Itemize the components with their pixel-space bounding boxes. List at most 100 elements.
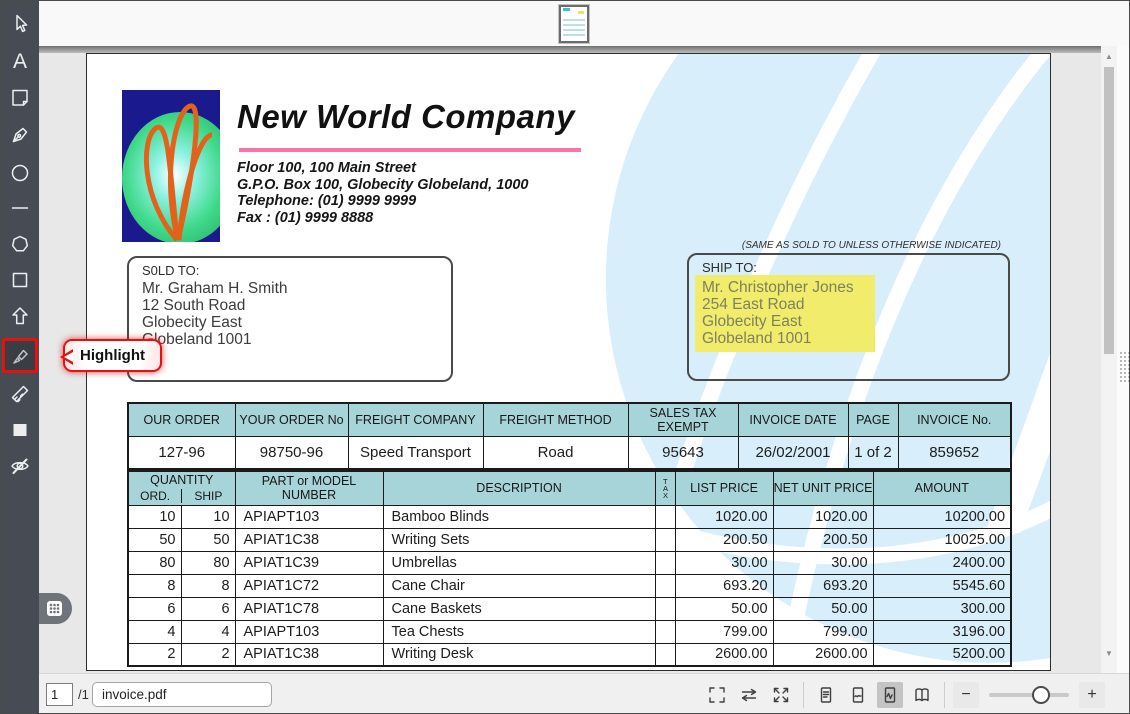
order-info-header-cell: INVOICE DATE (737, 402, 849, 437)
vertical-scrollbar[interactable]: ▲ ▼ (1101, 46, 1117, 673)
fit-width-arrows-icon (741, 688, 757, 702)
continuous-scroll-view-button[interactable] (877, 682, 903, 708)
amount-cell: 2400.00 (872, 550, 1012, 575)
pointer-tool-button[interactable] (5, 9, 35, 39)
ship-to-line: 254 East Road (702, 296, 805, 313)
note-tool-button[interactable] (5, 83, 35, 113)
page-curl-view-button[interactable] (845, 682, 871, 708)
sold-to-line: Globecity East (142, 314, 242, 331)
part-cell: APIAT1C78 (234, 596, 384, 621)
grid-panel-button[interactable] (37, 593, 72, 624)
address-line: Telephone: (01) 9999 9999 (237, 193, 417, 209)
ship-cell: 4 (180, 619, 236, 644)
order-info-value-cell: Road (482, 435, 629, 470)
order-info-value-cell: 95643 (627, 435, 739, 470)
ship-cell: 80 (180, 550, 236, 575)
part-cell: APIAT1C39 (234, 550, 384, 575)
hide-annotations-tool-button[interactable] (5, 451, 35, 481)
ship-cell: 2 (180, 642, 236, 667)
right-panel-edge (1117, 46, 1129, 673)
tooltip-label: Highlight (80, 347, 145, 364)
text-icon: A (12, 49, 27, 73)
selected-tool-outline (2, 338, 38, 373)
document-viewport[interactable]: New World Company Floor 100, 100 Main St… (39, 46, 1101, 673)
description-cell: Writing Desk (382, 642, 656, 667)
tax-header-cell: TAX (654, 470, 676, 506)
company-logo (122, 90, 220, 242)
description-cell: Cane Baskets (382, 596, 656, 621)
tax-cell (654, 619, 676, 644)
tax-cell (654, 504, 676, 529)
ship-to-box: SHIP TO: Mr. Christopher Jones 254 East R… (687, 253, 1010, 381)
scroll-down-arrow-icon[interactable]: ▼ (1101, 647, 1117, 661)
panel-resize-grip[interactable] (1118, 351, 1129, 383)
amount-cell: 10200.00 (872, 504, 1012, 529)
ship-cell: 6 (180, 596, 236, 621)
zoom-in-button[interactable]: + (1079, 682, 1105, 708)
block-arrow-tool-button[interactable] (5, 301, 35, 331)
scrollbar-thumb[interactable] (1104, 67, 1114, 354)
order-info-header-cell: YOUR ORDER No (234, 402, 349, 437)
toolbar-divider (944, 682, 945, 708)
note-icon (12, 89, 28, 106)
company-address: Floor 100, 100 Main Street G.P.O. Box 100… (237, 160, 528, 226)
fit-width-button[interactable] (736, 682, 762, 708)
list-price-cell: 30.00 (674, 550, 774, 575)
text-tool-button[interactable]: A (5, 46, 35, 76)
line-tool-button[interactable] (5, 193, 35, 223)
pen-tool-button[interactable] (5, 120, 35, 150)
order-info-header-cell: PAGE (847, 402, 899, 437)
single-page-view-button[interactable] (813, 682, 839, 708)
item-row: 50 50 APIAT1C38 Writing Sets 200.50 200.… (127, 527, 1012, 552)
book-view-button[interactable] (909, 682, 935, 708)
ellipse-tool-button[interactable] (5, 158, 35, 188)
tax-cell (654, 527, 676, 552)
tax-header-label: TAX (662, 476, 668, 500)
block-arrow-icon (12, 307, 28, 325)
amount-cell: 10025.00 (872, 527, 1012, 552)
ord-cell: 6 (127, 596, 182, 621)
description-cell: Bamboo Blinds (382, 504, 656, 529)
ruler-tool-button[interactable] (5, 379, 35, 409)
list-price-cell: 2600.00 (674, 642, 774, 667)
grid-icon (47, 601, 62, 616)
quantity-header-label: QUANTITY (150, 473, 214, 488)
list-price-cell: 799.00 (674, 619, 774, 644)
sold-to-label: S0LD TO: (142, 263, 200, 278)
order-info-header-cell: FREIGHT COMPANY (347, 402, 484, 437)
ship-cell: 8 (180, 573, 236, 598)
filled-rectangle-tool-button[interactable] (5, 415, 35, 445)
tax-cell (654, 642, 676, 667)
polygon-tool-button[interactable] (5, 229, 35, 259)
fit-screen-button[interactable] (704, 682, 730, 708)
scroll-up-arrow-icon[interactable]: ▲ (1101, 50, 1117, 64)
order-info-value-cell: Speed Transport (347, 435, 484, 470)
ship-to-label: SHIP TO: (702, 260, 757, 275)
address-line: Fax : (01) 9999 8888 (237, 209, 374, 226)
pdf-page[interactable]: New World Company Floor 100, 100 Main St… (86, 53, 1051, 671)
sold-to-box: S0LD TO: Mr. Graham H. Smith 12 South Roa… (127, 256, 453, 382)
zoom-slider[interactable] (989, 682, 1069, 708)
thumbnail-highlight-mark (578, 11, 584, 14)
description-cell: Umbrellas (382, 550, 656, 575)
sold-to-line: Mr. Graham H. Smith (142, 280, 288, 297)
zoom-out-button[interactable]: − (953, 682, 979, 708)
list-price-cell: 1020.00 (674, 504, 774, 529)
net-unit-price-cell: 2600.00 (772, 642, 874, 667)
zoom-slider-track[interactable] (989, 693, 1069, 697)
net-unit-price-cell: 50.00 (772, 596, 874, 621)
amount-cell: 5200.00 (872, 642, 1012, 667)
zoom-slider-thumb[interactable] (1032, 686, 1050, 704)
page-thumbnail[interactable] (558, 4, 590, 44)
filename-input[interactable] (92, 682, 272, 707)
rectangle-tool-button[interactable] (5, 265, 35, 295)
order-info-table: OUR ORDER YOUR ORDER No FREIGHT COMPANY FRE… (127, 402, 1012, 470)
pen-icon (12, 127, 28, 143)
net-unit-price-header-cell: NET UNIT PRICE (772, 470, 874, 506)
actual-size-button[interactable] (768, 682, 794, 708)
order-info-value-cell: 98750-96 (234, 435, 349, 470)
highlight-annotation[interactable]: Mr. Christopher Jones 254 East Road Globec… (695, 275, 875, 352)
thumbnail-table-lines (563, 19, 585, 39)
pointer-icon (16, 14, 28, 33)
page-number-input[interactable] (46, 683, 73, 706)
